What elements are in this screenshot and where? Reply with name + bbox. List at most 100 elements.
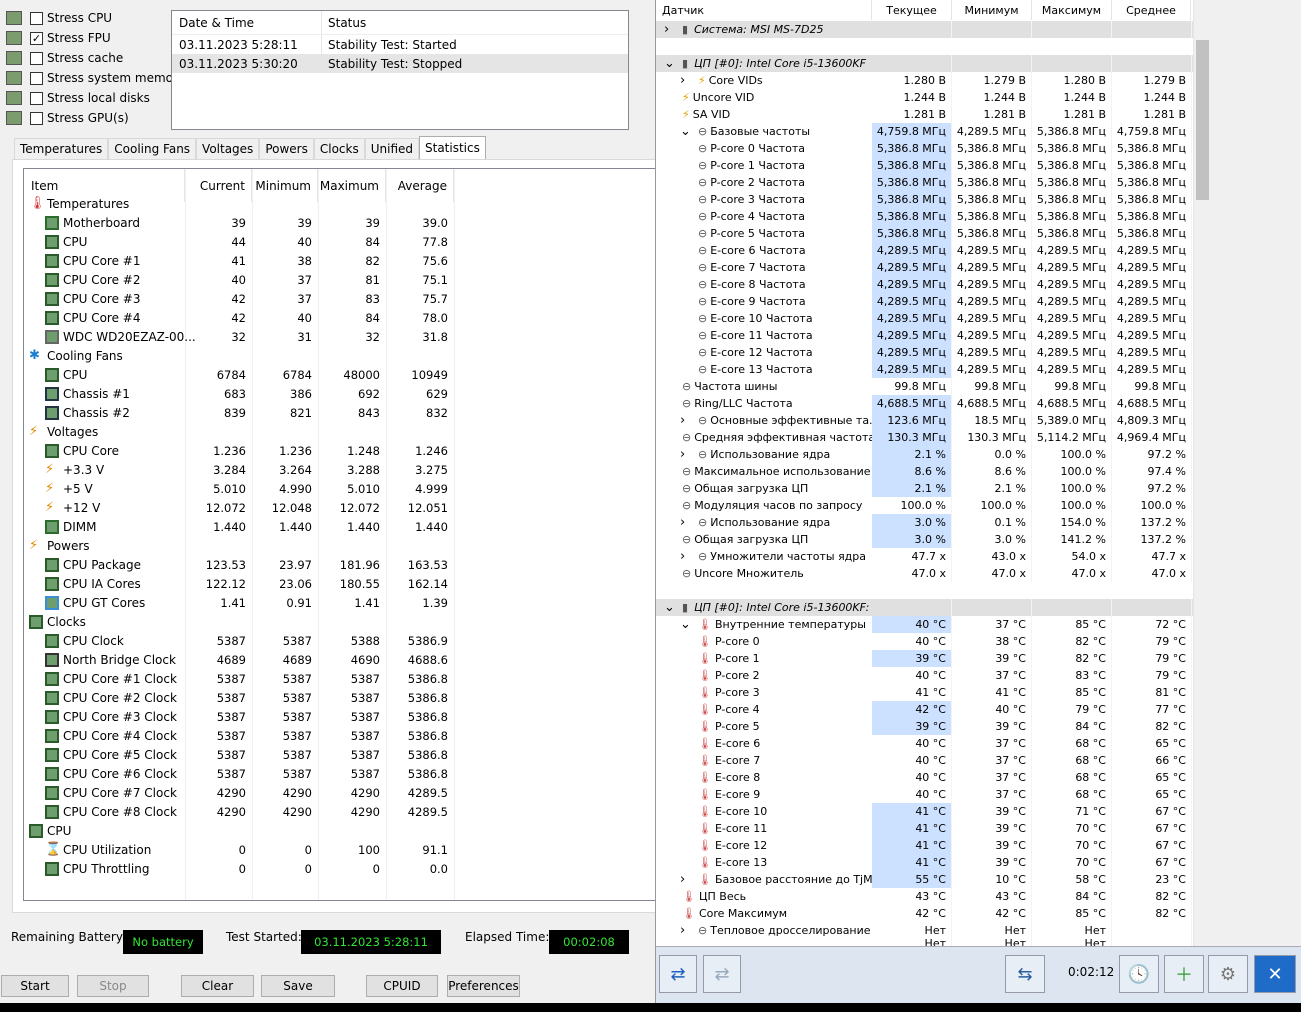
sensor-row[interactable]: ⊖ E-core 11 Частота 4,289.5 МГц 4,289.5 МГц…: [656, 327, 1193, 344]
sensor-row[interactable]: ⊖ P-core 1 Частота 5,386.8 МГц 5,386.8 МГц 5…: [656, 157, 1193, 174]
expand-icon[interactable]: ›: [680, 412, 685, 429]
stat-row[interactable]: ⌛ CPU Utilization 0 0 100 91.1: [24, 840, 655, 859]
sensor-row[interactable]: ⊖ Общая загрузка ЦП 3.0 % 3.0 % 141.2 % 137.2…: [656, 531, 1193, 548]
network-icon[interactable]: ⇆: [1005, 955, 1045, 993]
stat-row[interactable]: CPU Core #6 Clock 5387 5387 5387 5386.8: [24, 764, 655, 783]
sensor-row[interactable]: 🌡 E-core 12 41 °C 39 °C 70 °C 67 °C: [656, 837, 1193, 854]
sensor-row[interactable]: 🌡 E-core 10 41 °C 39 °C 71 °C 67 °C: [656, 803, 1193, 820]
clear-button[interactable]: Clear: [181, 975, 254, 997]
stat-row[interactable]: CPU Throttling 0 0 0 0.0: [24, 859, 655, 878]
stat-row[interactable]: Motherboard 39 39 39 39.0: [24, 213, 655, 232]
sensor-row[interactable]: › ⊖ Основные эффективные та... 123.6 МГц 18.…: [656, 412, 1193, 429]
sensor-row[interactable]: › ⚡ Core VIDs 1.280 В 1.279 В 1.280 В 1.279 В: [656, 72, 1193, 89]
expand-icon[interactable]: ›: [680, 548, 685, 565]
clock-icon[interactable]: 🕓: [1119, 955, 1159, 993]
stress-checkbox[interactable]: [30, 71, 43, 85]
stat-row[interactable]: CPU Core #1 Clock 5387 5387 5387 5386.8: [24, 669, 655, 688]
sensor-row[interactable]: 🌡 P-core 3 41 °C 41 °C 85 °C 81 °C: [656, 684, 1193, 701]
sensor-row[interactable]: ⊖ Максимальное использование ... 8.6 % 8.6 …: [656, 463, 1193, 480]
tab-statistics[interactable]: Statistics: [419, 136, 486, 159]
event-row[interactable]: 03.11.2023 5:30:20 Stability Test: Stoppe…: [172, 54, 628, 73]
collapse-icon[interactable]: ⌄: [664, 55, 675, 72]
sensor-row[interactable]: 🌡 P-core 5 39 °C 39 °C 84 °C 82 °C: [656, 718, 1193, 735]
stress-checkbox[interactable]: [30, 11, 43, 25]
sensor-row[interactable]: ⊖ Частота шины 99.8 МГц 99.8 МГц 99.8 МГц 99.…: [656, 378, 1193, 395]
sensor-row[interactable]: 🌡 E-core 11 41 °C 39 °C 70 °C 67 °C: [656, 820, 1193, 837]
col-maximum[interactable]: Максимум: [1032, 0, 1112, 20]
stat-row[interactable]: CPU Core #2 Clock 5387 5387 5387 5386.8: [24, 688, 655, 707]
preferences-button[interactable]: Preferences: [447, 975, 520, 997]
tab-voltages[interactable]: Voltages: [196, 138, 260, 159]
scrollbar-thumb[interactable]: [1196, 40, 1209, 200]
sensor-row[interactable]: 🌡 P-core 2 40 °C 37 °C 83 °C 79 °C: [656, 667, 1193, 684]
close-icon[interactable]: ✕: [1254, 955, 1296, 993]
stress-option[interactable]: Stress GPU(s): [6, 108, 129, 128]
sensor-row[interactable]: ⊖ P-core 5 Частота 5,386.8 МГц 5,386.8 МГц 5…: [656, 225, 1193, 242]
stress-option[interactable]: Stress system memory: [6, 68, 185, 88]
sensor-row[interactable]: ⊖ P-core 2 Частота 5,386.8 МГц 5,386.8 МГц 5…: [656, 174, 1193, 191]
tab-temperatures[interactable]: Temperatures: [14, 138, 109, 159]
sensor-row[interactable]: ⊖ Ring/LLC Частота 4,688.5 МГц 4,688.5 МГц 4…: [656, 395, 1193, 412]
sensor-row[interactable]: ⊖ Модуляция часов по запросу 100.0 % 100.0 …: [656, 497, 1193, 514]
expand-icon[interactable]: ›: [680, 446, 685, 463]
stat-row[interactable]: ⚡ +3.3 V 3.284 3.264 3.288 3.275: [24, 460, 655, 479]
stat-row[interactable]: CPU Core #3 Clock 5387 5387 5387 5386.8: [24, 707, 655, 726]
tab-unified[interactable]: Unified: [364, 138, 419, 159]
stress-option[interactable]: ✓ Stress FPU: [6, 28, 111, 48]
tab-powers[interactable]: Powers: [259, 138, 314, 159]
col-current[interactable]: Текущее: [872, 0, 952, 20]
stress-checkbox[interactable]: [30, 111, 43, 125]
scrollbar[interactable]: [1193, 0, 1210, 946]
sensor-section[interactable]: ⌄ ▮ ЦП [#0]: Intel Core i5-13600KF: [656, 55, 1193, 72]
stop-button[interactable]: Stop: [77, 975, 149, 997]
sensor-row[interactable]: ⊖ P-core 0 Частота 5,386.8 МГц 5,386.8 МГц 5…: [656, 140, 1193, 157]
expand-icon[interactable]: ›: [664, 21, 669, 38]
stat-row[interactable]: CPU Core #3 42 37 83 75.7: [24, 289, 655, 308]
sensor-row[interactable]: 🌡 E-core 6 40 °C 37 °C 68 °C 65 °C: [656, 735, 1193, 752]
stat-row[interactable]: CPU Core #8 Clock 4290 4290 4290 4289.5: [24, 802, 655, 821]
stress-option[interactable]: Stress cache: [6, 48, 123, 68]
sensor-row[interactable]: ⚡ SA VID 1.281 В 1.281 В 1.281 В 1.281 В: [656, 106, 1193, 123]
stat-row[interactable]: CPU Core #5 Clock 5387 5387 5387 5386.8: [24, 745, 655, 764]
sensor-row[interactable]: 🌡 Core Максимум 42 °C 42 °C 85 °C 82 °C: [656, 905, 1193, 922]
sensor-row[interactable]: ⊖ E-core 7 Частота 4,289.5 МГц 4,289.5 МГц 4…: [656, 259, 1193, 276]
stress-checkbox[interactable]: ✓: [30, 31, 43, 45]
add-report-icon[interactable]: ＋: [1164, 955, 1204, 993]
stress-option[interactable]: Stress CPU: [6, 8, 112, 28]
stat-row[interactable]: WDC WD20EZAZ-00... 32 31 32 31.8: [24, 327, 655, 346]
sensor-row[interactable]: ⊖ Uncore Множитель 47.0 x 47.0 x 47.0 x 47.0 …: [656, 565, 1193, 582]
expand-icon[interactable]: ›: [680, 514, 685, 531]
save-button[interactable]: Save: [261, 975, 335, 997]
stat-row[interactable]: Chassis #1 683 386 692 629: [24, 384, 655, 403]
stat-row[interactable]: North Bridge Clock 4689 4689 4690 4688.6: [24, 650, 655, 669]
tab-clocks[interactable]: Clocks: [313, 138, 365, 159]
sensor-row[interactable]: Нет Нет Нет: [656, 939, 1193, 946]
sensor-row[interactable]: ⌄ ⊖ Базовые частоты 4,759.8 МГц 4,289.5 МГц 5…: [656, 123, 1193, 140]
sensor-row[interactable]: ⊖ E-core 10 Частота 4,289.5 МГц 4,289.5 МГц…: [656, 310, 1193, 327]
sensor-row[interactable]: 🌡 P-core 1 39 °C 39 °C 82 °C 79 °C: [656, 650, 1193, 667]
sensor-row[interactable]: 🌡 E-core 9 40 °C 37 °C 68 °C 65 °C: [656, 786, 1193, 803]
expand-icon[interactable]: ›: [680, 72, 685, 89]
stat-row[interactable]: CPU Core 1.236 1.236 1.248 1.246: [24, 441, 655, 460]
sensor-row[interactable]: ⊖ E-core 9 Частота 4,289.5 МГц 4,289.5 МГц 4…: [656, 293, 1193, 310]
collapse-icon[interactable]: ⌄: [664, 599, 675, 616]
col-minimum[interactable]: Минимум: [952, 0, 1032, 20]
stat-row[interactable]: CPU Core #4 Clock 5387 5387 5387 5386.8: [24, 726, 655, 745]
sensor-row[interactable]: ⊖ Общая загрузка ЦП 2.1 % 2.1 % 100.0 % 97.2 …: [656, 480, 1193, 497]
sensor-row[interactable]: › ⊖ Использование ядра 3.0 % 0.1 % 154.0 % 137…: [656, 514, 1193, 531]
nav-arrows-disabled-icon[interactable]: ⇄: [703, 955, 741, 993]
sensor-section[interactable]: › ▮ Система: MSI MS-7D25: [656, 21, 1193, 38]
tab-cooling-fans[interactable]: Cooling Fans: [108, 138, 197, 159]
expand-icon[interactable]: ›: [680, 871, 685, 888]
stat-row[interactable]: CPU Core #1 41 38 82 75.6: [24, 251, 655, 270]
stat-row[interactable]: CPU 6784 6784 48000 10949: [24, 365, 655, 384]
sensor-row[interactable]: › ⊖ Использование ядра 2.1 % 0.0 % 100.0 % 97.…: [656, 446, 1193, 463]
event-row[interactable]: 03.11.2023 5:28:11 Stability Test: Starte…: [172, 35, 628, 54]
sensor-row[interactable]: ⚡ Uncore VID 1.244 В 1.244 В 1.244 В 1.244 В: [656, 89, 1193, 106]
stat-row[interactable]: DIMM 1.440 1.440 1.440 1.440: [24, 517, 655, 536]
sensor-section[interactable]: ⌄ ▮ ЦП [#0]: Intel Core i5-13600KF: ...: [656, 599, 1193, 616]
sensor-row[interactable]: ⊖ E-core 6 Частота 4,289.5 МГц 4,289.5 МГц 4…: [656, 242, 1193, 259]
expand-icon[interactable]: ›: [680, 922, 685, 939]
stat-row[interactable]: Chassis #2 839 821 843 832: [24, 403, 655, 422]
nav-arrows-icon[interactable]: ⇄: [659, 955, 697, 993]
